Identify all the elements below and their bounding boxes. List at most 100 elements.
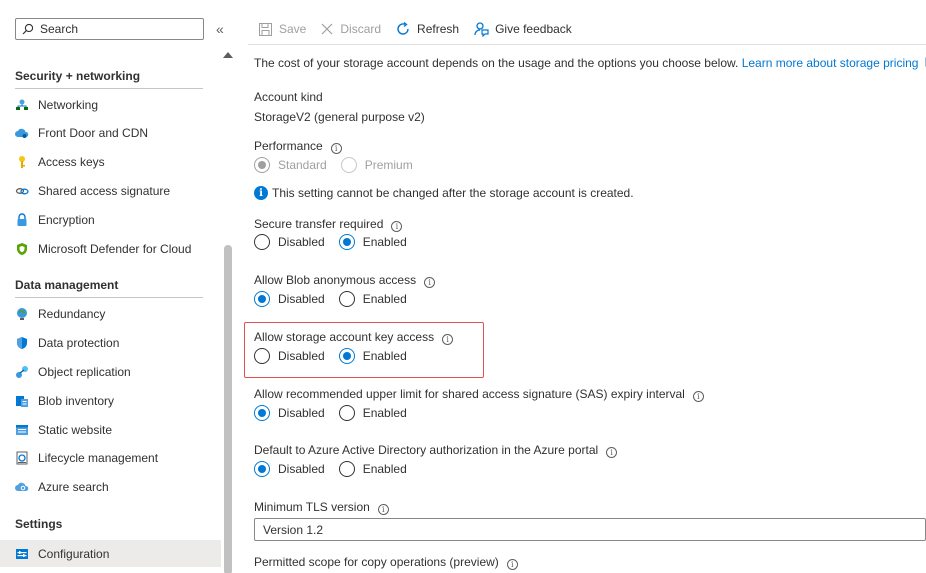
account-kind-label: Account kind bbox=[254, 90, 323, 104]
aad-default-enabled-radio[interactable]: Enabled bbox=[338, 461, 407, 477]
blob-anonymous-radio-group: Disabled Enabled bbox=[254, 291, 421, 307]
info-icon[interactable]: i bbox=[606, 447, 618, 458]
menu-scrollbar[interactable] bbox=[222, 50, 234, 573]
radio-label: Enabled bbox=[362, 292, 407, 306]
radio-label: Enabled bbox=[362, 462, 407, 476]
sidebar-item-label: Configuration bbox=[38, 546, 110, 561]
sidebar-item-configuration[interactable]: Configuration bbox=[0, 540, 221, 567]
save-button[interactable]: Save bbox=[258, 22, 306, 37]
key-access-enabled-radio[interactable]: Enabled bbox=[338, 348, 407, 364]
info-icon[interactable]: i bbox=[442, 334, 454, 345]
blob-anonymous-enabled-radio[interactable]: Enabled bbox=[338, 291, 407, 307]
menu-search-input[interactable]: Search bbox=[15, 18, 204, 40]
refresh-label: Refresh bbox=[417, 22, 460, 36]
performance-label-text: Performance bbox=[254, 139, 323, 153]
sidebar-item-access-keys[interactable]: Access keys bbox=[0, 149, 221, 175]
sas-expiry-radio-group: Disabled Enabled bbox=[254, 405, 421, 421]
command-bar: Save Discard Refresh Give feedback bbox=[258, 18, 586, 40]
performance-standard-radio[interactable]: Standard bbox=[254, 157, 327, 173]
tls-version-label-text: Minimum TLS version bbox=[254, 500, 370, 514]
performance-radio-group: Standard Premium bbox=[254, 157, 427, 173]
radio-circle bbox=[338, 405, 355, 421]
key-access-label: Allow storage account key access i bbox=[254, 330, 454, 345]
refresh-button[interactable]: Refresh bbox=[395, 21, 459, 37]
sas-expiry-enabled-radio[interactable]: Enabled bbox=[338, 405, 407, 421]
radio-label: Disabled bbox=[278, 406, 325, 420]
lock-icon bbox=[15, 213, 29, 227]
sidebar-item-label: Data protection bbox=[38, 336, 120, 350]
cloud-icon bbox=[15, 126, 29, 140]
sidebar-item-label: Shared access signature bbox=[38, 184, 171, 198]
sidebar-item-blob-inventory[interactable]: Blob inventory bbox=[0, 388, 221, 414]
sidebar-item-data-protection[interactable]: Data protection bbox=[0, 330, 221, 356]
sidebar-item-front-door-cdn[interactable]: Front Door and CDN bbox=[0, 120, 221, 146]
aad-default-label-text: Default to Azure Active Directory author… bbox=[254, 443, 599, 457]
sidebar-item-object-replication[interactable]: Object replication bbox=[0, 359, 221, 385]
radio-circle bbox=[254, 461, 270, 477]
section-divider bbox=[15, 297, 203, 298]
sidebar-item-redundancy[interactable]: Redundancy bbox=[0, 301, 221, 327]
sas-expiry-disabled-radio[interactable]: Disabled bbox=[254, 405, 325, 421]
radio-circle bbox=[338, 461, 355, 477]
info-icon[interactable]: i bbox=[391, 221, 403, 232]
radio-label: Standard bbox=[278, 158, 327, 172]
info-icon[interactable]: i bbox=[330, 143, 342, 154]
sidebar-item-static-website[interactable]: Static website bbox=[0, 417, 221, 443]
info-icon[interactable]: i bbox=[506, 559, 518, 570]
radio-label: Disabled bbox=[278, 462, 325, 476]
sidebar-item-label: Networking bbox=[38, 98, 99, 112]
sas-expiry-label-text: Allow recommended upper limit for shared… bbox=[254, 387, 685, 401]
secure-transfer-radio-group: Disabled Enabled bbox=[254, 234, 421, 250]
performance-info-note: i This setting cannot be changed after t… bbox=[254, 186, 634, 200]
sidebar-item-defender-for-cloud[interactable]: Microsoft Defender for Cloud bbox=[0, 236, 221, 262]
blob-anonymous-label: Allow Blob anonymous access i bbox=[254, 273, 436, 288]
sidebar-item-label: Redundancy bbox=[38, 307, 106, 321]
info-icon[interactable]: i bbox=[692, 391, 704, 402]
tls-version-select[interactable]: Version 1.2 bbox=[254, 518, 926, 541]
sidebar-item-encryption[interactable]: Encryption bbox=[0, 207, 221, 233]
radio-label: Disabled bbox=[278, 292, 325, 306]
give-feedback-button[interactable]: Give feedback bbox=[473, 21, 572, 37]
secure-transfer-disabled-radio[interactable]: Disabled bbox=[254, 234, 325, 250]
aad-default-radio-group: Disabled Enabled bbox=[254, 461, 421, 477]
sidebar-item-label: Azure search bbox=[38, 480, 109, 494]
sidebar-item-azure-search[interactable]: Azure search bbox=[0, 474, 221, 500]
performance-premium-radio[interactable]: Premium bbox=[340, 157, 413, 173]
tls-version-label: Minimum TLS version i bbox=[254, 500, 389, 515]
sidebar-item-label: Access keys bbox=[38, 155, 105, 169]
performance-label: Performance i bbox=[254, 139, 342, 154]
section-title-settings: Settings bbox=[15, 517, 63, 531]
shield-icon bbox=[15, 336, 29, 350]
discard-button[interactable]: Discard bbox=[320, 22, 381, 36]
section-divider bbox=[15, 88, 203, 89]
radio-label: Premium bbox=[364, 158, 413, 172]
configuration-icon bbox=[15, 547, 29, 561]
close-icon bbox=[321, 23, 333, 35]
key-access-disabled-radio[interactable]: Disabled bbox=[254, 348, 325, 364]
scroll-up-arrow-icon[interactable] bbox=[223, 52, 233, 58]
link-icon bbox=[15, 184, 29, 198]
sidebar-item-lifecycle-management[interactable]: Lifecycle management bbox=[0, 445, 221, 471]
section-title-security-networking: Security + networking bbox=[15, 69, 141, 83]
learn-more-pricing-link[interactable]: Learn more about storage pricing bbox=[742, 56, 926, 70]
radio-label: Disabled bbox=[278, 349, 325, 363]
secure-transfer-enabled-radio[interactable]: Enabled bbox=[338, 234, 407, 250]
radio-label: Enabled bbox=[362, 235, 407, 249]
sidebar-item-networking[interactable]: Networking bbox=[0, 92, 221, 118]
radio-circle bbox=[254, 291, 270, 307]
save-icon bbox=[259, 22, 272, 36]
pricing-intro-text: The cost of your storage account depends… bbox=[254, 56, 739, 70]
sidebar-item-label: Blob inventory bbox=[38, 394, 115, 408]
sidebar-item-label: Microsoft Defender for Cloud bbox=[38, 242, 192, 256]
copy-scope-label: Permitted scope for copy operations (pre… bbox=[254, 555, 518, 570]
blob-anonymous-disabled-radio[interactable]: Disabled bbox=[254, 291, 325, 307]
sidebar-item-label: Front Door and CDN bbox=[38, 126, 149, 140]
scroll-thumb[interactable] bbox=[224, 245, 232, 573]
info-icon[interactable]: i bbox=[377, 504, 389, 515]
info-icon[interactable]: i bbox=[424, 277, 436, 288]
collapse-menu-button[interactable]: « bbox=[216, 21, 224, 37]
section-title-data-management: Data management bbox=[15, 278, 119, 292]
aad-default-disabled-radio[interactable]: Disabled bbox=[254, 461, 325, 477]
sidebar-item-shared-access-signature[interactable]: Shared access signature bbox=[0, 178, 221, 204]
copy-scope-label-text: Permitted scope for copy operations (pre… bbox=[254, 555, 499, 569]
